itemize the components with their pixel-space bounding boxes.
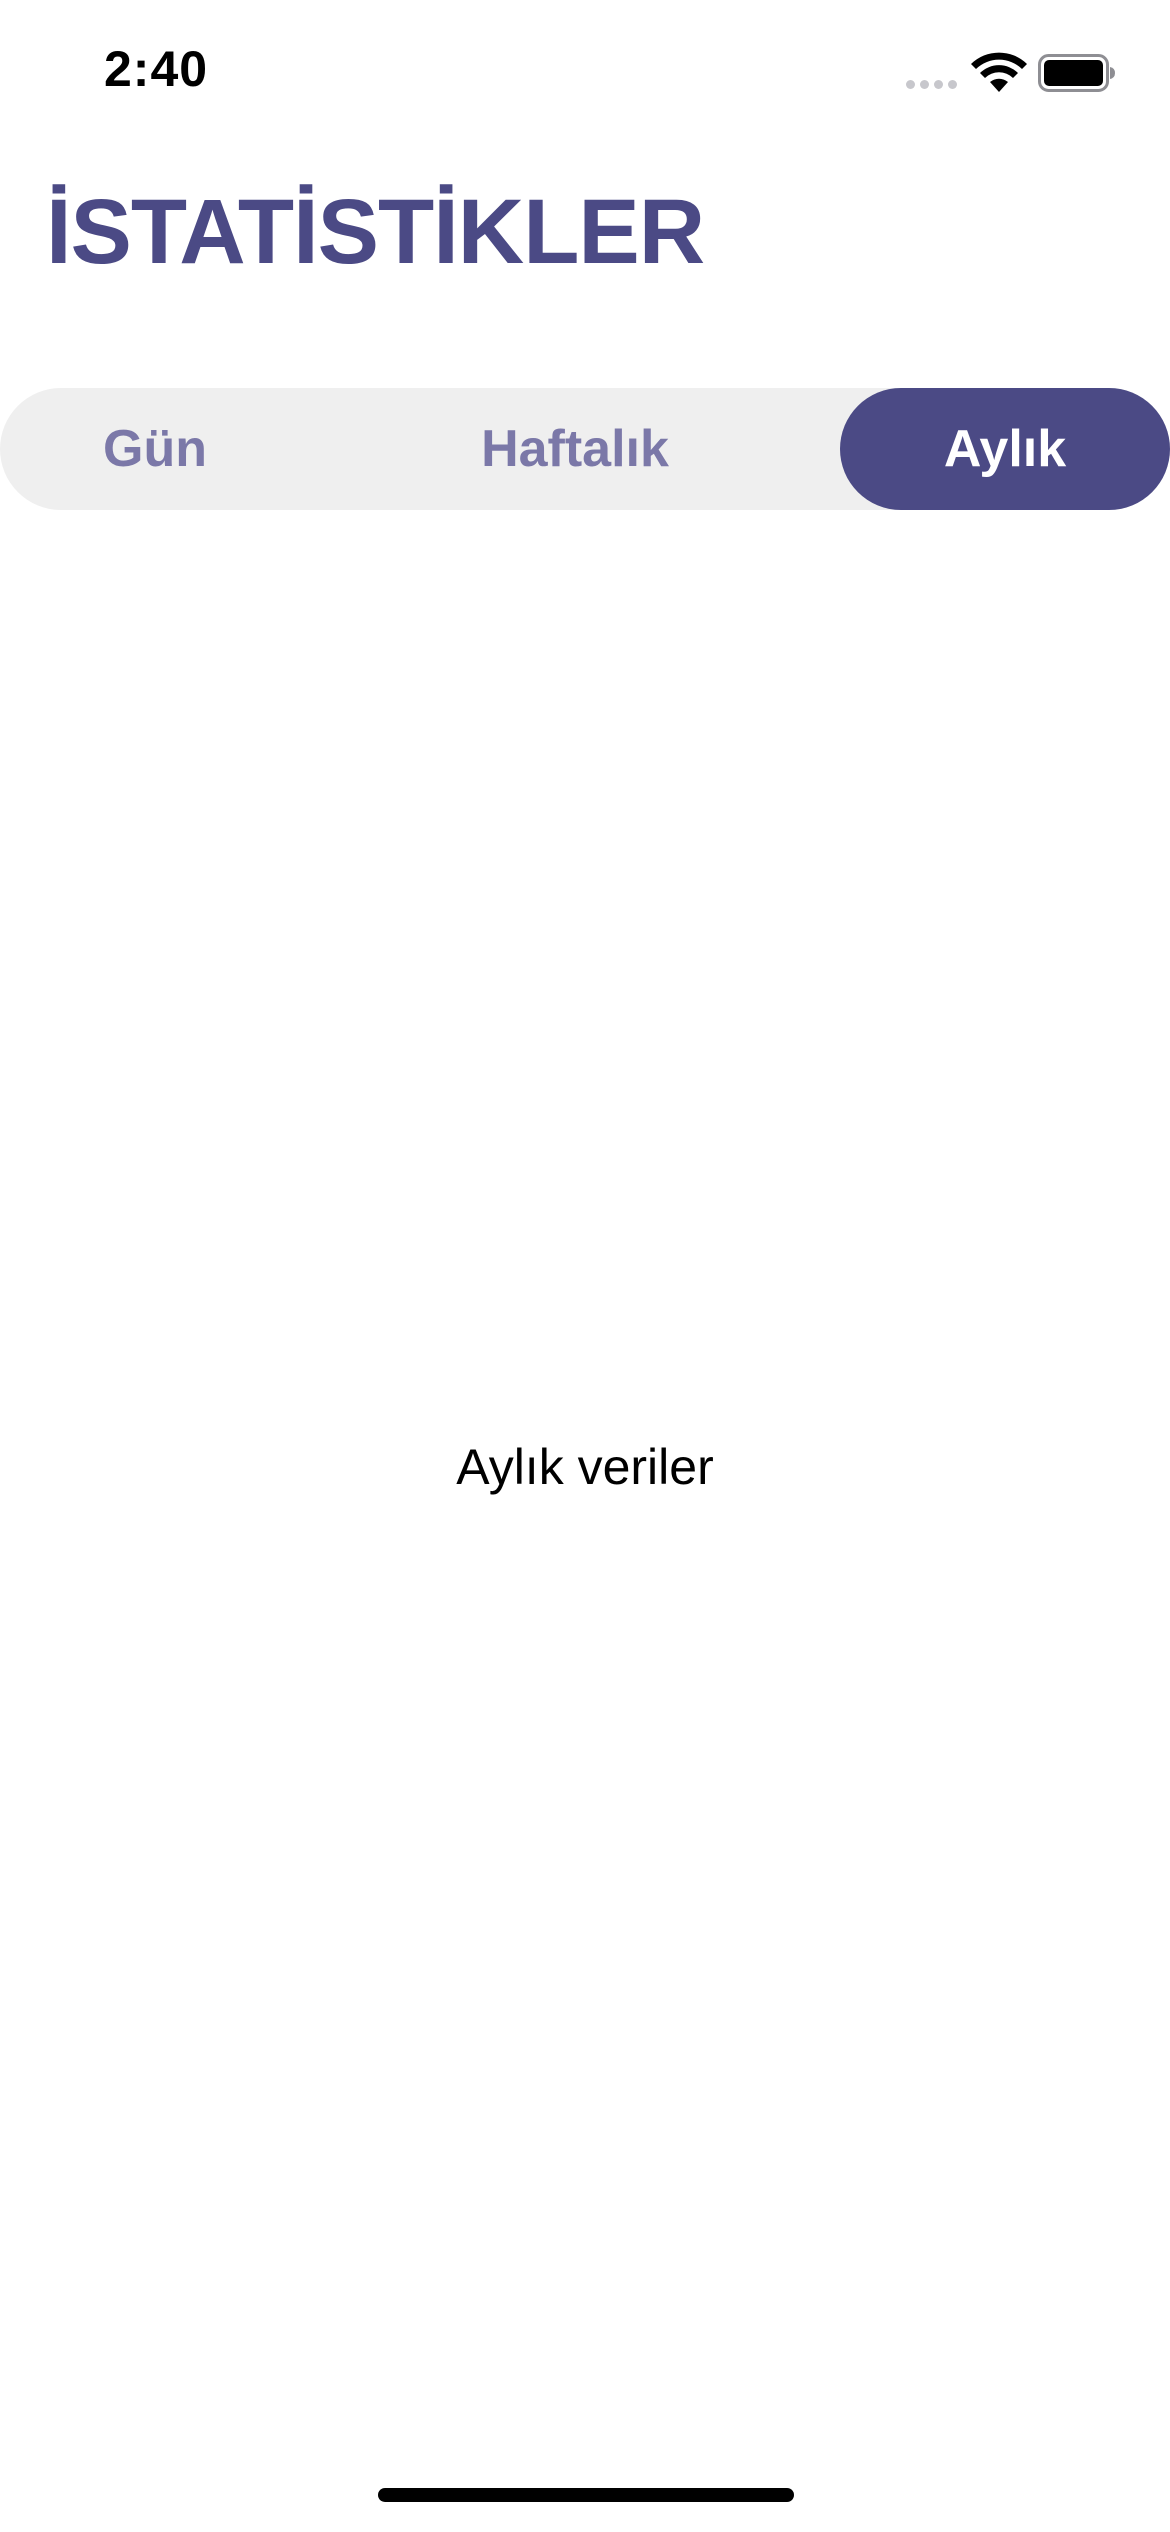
segment-aylik-selected[interactable]: Aylık [840, 388, 1170, 510]
segment-gun[interactable]: Gün [40, 388, 270, 510]
wifi-icon [971, 52, 1027, 92]
monthly-data-placeholder: Aylık veriler [456, 1439, 714, 1495]
period-segmented-control: Gün Haftalık Aylık [0, 388, 1170, 510]
home-indicator[interactable] [378, 2488, 794, 2502]
segment-haftalik[interactable]: Haftalık [420, 388, 730, 510]
status-time: 2:40 [104, 41, 209, 97]
battery-icon [1038, 54, 1115, 92]
signal-dots-icon [906, 80, 958, 92]
page-title: İSTATİSTİKLER [46, 181, 705, 283]
status-bar: 2:40 [0, 0, 1170, 140]
